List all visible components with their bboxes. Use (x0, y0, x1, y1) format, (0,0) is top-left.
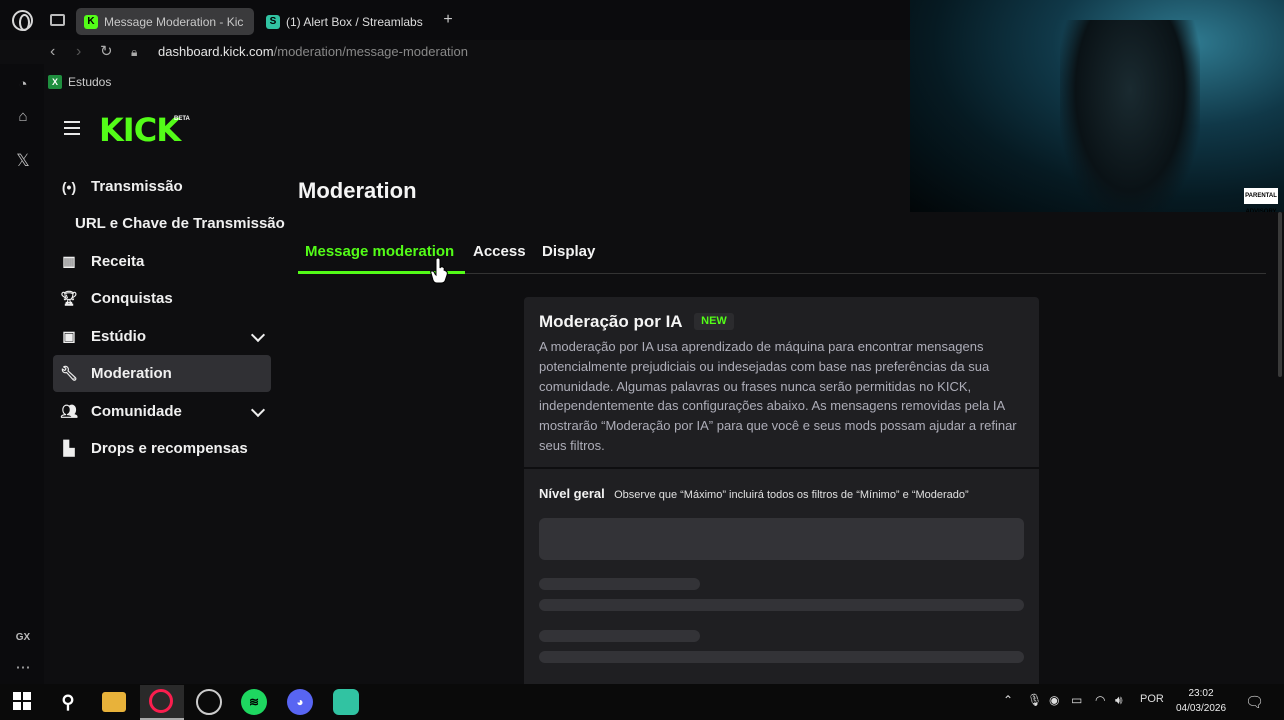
tab-message-moderation[interactable]: K Message Moderation - Kic (76, 8, 254, 35)
sidebar-item-comunidade[interactable]: 👥︎ Comunidade (53, 393, 271, 430)
bookmark-label: Estudos (68, 75, 112, 89)
tab-access[interactable]: Access (473, 243, 526, 260)
forward-icon[interactable]: › (76, 42, 81, 62)
kick-logo[interactable]: KICK (99, 111, 181, 149)
obs-icon[interactable] (196, 689, 222, 715)
speed-dial-icon[interactable]: ◔ (13, 75, 33, 95)
new-badge: NEW (694, 313, 734, 330)
windows-start-icon[interactable] (13, 692, 31, 710)
sidebar-item-moderation[interactable]: 🔧︎ Moderation (53, 355, 271, 392)
page-scrollbar[interactable] (1278, 212, 1282, 377)
beta-label: BETA (174, 116, 190, 122)
tab-alert-box[interactable]: S (1) Alert Box / Streamlabs (258, 8, 432, 35)
chevron-down-icon[interactable] (250, 402, 266, 418)
taskbar (0, 684, 1284, 720)
x-twitter-icon[interactable]: 𝕏 (13, 151, 33, 171)
streamlabs-favicon-icon: S (266, 14, 280, 29)
sidebar-item-receita[interactable]: ▥ Receita (53, 243, 271, 280)
wrench-icon: 🔧︎ (60, 365, 78, 381)
level-label: Nível geral (539, 486, 605, 501)
sidebar-item-label: Conquistas (91, 290, 173, 307)
more-icon[interactable]: ⋯ (13, 658, 33, 678)
wifi-icon[interactable]: ◠ (1095, 693, 1105, 707)
clock-date: 04/03/2026 (1175, 703, 1227, 714)
spotify-icon[interactable]: ≋ (241, 689, 267, 715)
volume-icon[interactable]: 🔊︎ (1115, 693, 1123, 708)
card-description: A moderação por IA usa aprendizado de má… (539, 339, 1017, 453)
kick-favicon-icon: K (84, 14, 98, 29)
reload-icon[interactable]: ↻ (100, 42, 113, 62)
trophy-icon: 🏆︎ (60, 290, 78, 306)
back-icon[interactable]: ‹ (50, 42, 55, 62)
tab-display[interactable]: Display (542, 243, 595, 260)
menu-icon[interactable] (64, 121, 80, 135)
webcam-icon[interactable]: ◉ (1049, 693, 1059, 707)
opera-gx-icon (149, 689, 173, 713)
language-indicator[interactable]: POR (1140, 693, 1164, 705)
tab-label: (1) Alert Box / Streamlabs (286, 14, 423, 29)
sidebar-item-label: Moderation (91, 365, 172, 382)
file-explorer-icon[interactable] (102, 692, 126, 712)
notifications-icon[interactable]: 🗨︎ (1245, 693, 1264, 711)
gx-icon[interactable]: GX (13, 628, 33, 648)
card-title: Moderação por IA (539, 312, 683, 331)
sidebar-item-label: Comunidade (91, 403, 182, 420)
broadcast-icon: (•) (61, 178, 77, 195)
chevron-down-icon[interactable] (250, 327, 266, 343)
streamlabs-icon[interactable] (333, 689, 359, 715)
studio-icon: ▣ (62, 328, 76, 344)
lock-icon: 🔒︎ (131, 45, 138, 59)
tab-islands-icon[interactable] (50, 14, 65, 26)
battery-icon[interactable]: ▭ (1071, 693, 1082, 707)
community-icon: 👥︎ (60, 403, 78, 419)
sidebar-item-label: Transmissão (91, 178, 183, 195)
video-overlay[interactable]: PARENTAL ADVISORY (910, 0, 1284, 212)
album-art-figure (1060, 20, 1200, 212)
discord-icon[interactable]: ◕ (287, 689, 313, 715)
tab-label: Message Moderation - Kic (104, 14, 244, 29)
sidebar-item-estudio[interactable]: ▣ Estúdio (53, 318, 271, 355)
skeleton-line (539, 630, 700, 642)
excel-icon: X (48, 75, 62, 89)
search-icon[interactable]: ⚲ (55, 689, 81, 715)
bookmark-estudos[interactable]: X Estudos (48, 75, 111, 89)
sidebar-item-url-chave[interactable]: URL e Chave de Transmissão (75, 205, 285, 242)
page-title: Moderation (298, 178, 417, 203)
level-note: Observe que “Máximo” incluirá todos os f… (614, 489, 969, 501)
skeleton-line (539, 599, 1024, 611)
clock[interactable]: 23:02 04/03/2026 (1168, 686, 1234, 716)
microphone-icon[interactable]: 🎙︎ (1027, 693, 1042, 707)
sidebar-item-label: Estúdio (91, 328, 146, 345)
drops-icon: ▙ (63, 440, 75, 456)
sidebar-item-drops[interactable]: ▙ Drops e recompensas (53, 430, 271, 467)
chart-icon: ▥ (62, 253, 76, 269)
sidebar-item-label: Drops e recompensas (91, 440, 248, 457)
opera-logo-icon[interactable] (12, 10, 33, 31)
skeleton-select (539, 518, 1024, 560)
sidebar-item-conquistas[interactable]: 🏆︎ Conquistas (53, 280, 271, 317)
new-tab-plus-icon[interactable]: + (440, 12, 456, 28)
skeleton-line (539, 578, 700, 590)
sidebar-item-label: Receita (91, 253, 145, 270)
level-row: Nível geral Observe que “Máximo” incluir… (539, 486, 969, 501)
tray-chevron-icon[interactable]: ⌃ (1003, 693, 1013, 707)
sidebar-item-label: URL e Chave de Transmissão (75, 215, 285, 232)
skeleton-line (539, 651, 1024, 663)
url-field[interactable]: dashboard.kick.com/moderation/message-mo… (158, 44, 468, 59)
sidebar-item-transmissao[interactable]: (•) Transmissão (53, 168, 271, 205)
parental-advisory-logo: PARENTAL ADVISORY (1244, 188, 1278, 212)
clock-time: 23:02 (1188, 688, 1214, 699)
shop-icon[interactable]: ⌂ (13, 107, 33, 127)
hand-cursor-icon (430, 258, 448, 284)
